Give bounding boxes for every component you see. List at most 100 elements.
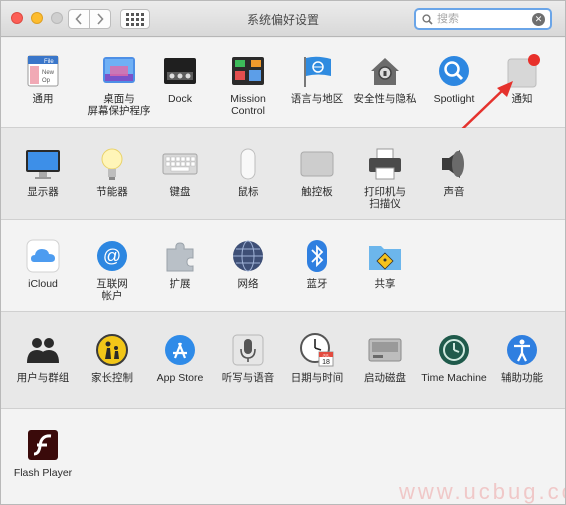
clock-calendar-icon: JUL 18 <box>299 332 335 368</box>
pane-label: 安全性与隐私 <box>353 93 417 105</box>
pane-label: 听写与语音 <box>221 372 275 384</box>
pane-label: 日期与时间 <box>290 372 344 384</box>
display-monitor-icon <box>25 146 61 182</box>
mouse-icon <box>230 146 266 182</box>
pane-label: 启动磁盘 <box>364 372 406 384</box>
section-internet-wireless: iCloud @ 互联网 帐户 扩展 网络 蓝牙 共享 <box>1 220 565 312</box>
pane-label: Dock <box>168 93 192 105</box>
icloud-icon <box>25 238 61 274</box>
lightbulb-icon <box>94 146 130 182</box>
pane-label: 键盘 <box>169 186 191 198</box>
svg-text:18: 18 <box>322 359 330 366</box>
bluetooth-icon <box>299 238 335 274</box>
pane-icloud[interactable]: iCloud <box>8 238 78 290</box>
trackpad-icon <box>299 146 335 182</box>
pane-network[interactable]: 网络 <box>213 238 283 290</box>
pane-label: 节能器 <box>96 186 128 198</box>
flag-icon <box>299 53 335 89</box>
pane-language-region[interactable]: 语言与地区 <box>282 53 352 105</box>
pane-mouse[interactable]: 鼠标 <box>213 146 283 198</box>
pane-label: 网络 <box>237 278 259 290</box>
pane-trackpad[interactable]: 触控板 <box>282 146 352 198</box>
time-machine-icon <box>436 332 472 368</box>
pane-label: App Store <box>156 372 204 384</box>
title-bar: 系统偏好设置 ✕ <box>1 1 565 37</box>
pane-label: 通用 <box>32 93 54 105</box>
pane-energy-saver[interactable]: 节能器 <box>77 146 147 198</box>
svg-text:New: New <box>42 70 55 76</box>
keyboard-icon <box>162 146 198 182</box>
house-lock-icon <box>367 53 403 89</box>
pane-app-store[interactable]: App Store <box>145 332 215 384</box>
microphone-icon <box>230 332 266 368</box>
pane-parental-controls[interactable]: 家长控制 <box>77 332 147 384</box>
pane-label: 桌面与 屏幕保护程序 <box>87 93 151 117</box>
section-personal: File New Op 通用 桌面与 屏幕保护程序 Dock Mission C… <box>1 38 565 137</box>
svg-text:@: @ <box>103 246 121 266</box>
pane-date-time[interactable]: JUL 18 日期与时间 <box>282 332 352 384</box>
pane-time-machine[interactable]: Time Machine <box>419 332 489 384</box>
pane-label: 打印机与 扫描仪 <box>364 186 406 210</box>
pane-label: 鼠标 <box>237 186 259 198</box>
accessibility-icon <box>504 332 540 368</box>
pane-dock[interactable]: Dock <box>145 53 215 105</box>
section-system: 用户与群组 家长控制 App Store 听写与语音 JUL 18 日期与时间 … <box>1 312 565 409</box>
pane-label: Flash Player <box>13 467 73 479</box>
pane-label: 声音 <box>443 186 465 198</box>
pane-flash-player[interactable]: Flash Player <box>8 427 78 479</box>
pane-label: 互联网 帐户 <box>96 278 128 302</box>
pane-internet-accounts[interactable]: @ 互联网 帐户 <box>77 238 147 302</box>
dock-icon <box>162 53 198 89</box>
pane-printers-scanners[interactable]: 打印机与 扫描仪 <box>350 146 420 210</box>
pane-label: 语言与地区 <box>290 93 344 105</box>
pane-mission-control[interactable]: Mission Control <box>213 53 283 117</box>
pane-desktop-screensaver[interactable]: 桌面与 屏幕保护程序 <box>84 53 154 117</box>
pane-startup-disk[interactable]: 启动磁盘 <box>350 332 420 384</box>
app-store-icon <box>162 332 198 368</box>
at-sign-icon: @ <box>94 238 130 274</box>
pane-label: 用户与群组 <box>16 372 70 384</box>
watermark-text: www.ucbug.cc <box>399 479 566 504</box>
pane-label: Mission Control <box>230 93 266 117</box>
flash-player-icon <box>25 427 61 463</box>
desktop-screensaver-icon <box>101 53 137 89</box>
parental-controls-icon <box>94 332 130 368</box>
puzzle-piece-icon <box>162 238 198 274</box>
users-group-icon <box>25 332 61 368</box>
pane-extensions[interactable]: 扩展 <box>145 238 215 290</box>
pane-label: 家长控制 <box>91 372 133 384</box>
pane-label: 触控板 <box>301 186 333 198</box>
general-icon: File New Op <box>25 53 61 89</box>
pane-keyboard[interactable]: 键盘 <box>145 146 215 198</box>
printer-icon <box>367 146 403 182</box>
hard-disk-icon <box>367 332 403 368</box>
pane-label: 扩展 <box>169 278 191 290</box>
pane-label: Time Machine <box>421 372 487 384</box>
speaker-icon <box>436 146 472 182</box>
sharing-folder-icon <box>367 238 403 274</box>
pane-general[interactable]: File New Op 通用 <box>8 53 78 105</box>
clear-search-icon[interactable]: ✕ <box>532 13 545 26</box>
mission-control-icon <box>230 53 266 89</box>
pane-users-groups[interactable]: 用户与群组 <box>8 332 78 384</box>
system-preferences-window: 系统偏好设置 ✕ File New Op 通用 <box>0 0 566 505</box>
pane-label: iCloud <box>28 278 58 290</box>
pane-dictation-speech[interactable]: 听写与语音 <box>213 332 283 384</box>
pane-bluetooth[interactable]: 蓝牙 <box>282 238 352 290</box>
pane-sound[interactable]: 声音 <box>419 146 489 198</box>
pane-sharing[interactable]: 共享 <box>350 238 420 290</box>
svg-text:File: File <box>44 59 54 65</box>
pane-accessibility[interactable]: 辅助功能 <box>487 332 557 384</box>
pane-label: 蓝牙 <box>306 278 328 290</box>
pane-label: 共享 <box>374 278 396 290</box>
pane-label: 辅助功能 <box>501 372 543 384</box>
search-field[interactable]: ✕ <box>414 8 552 30</box>
pane-displays[interactable]: 显示器 <box>8 146 78 198</box>
pane-security-privacy[interactable]: 安全性与隐私 <box>350 53 420 105</box>
svg-text:Op: Op <box>42 78 51 84</box>
svg-text:JUL: JUL <box>322 353 330 358</box>
section-hardware: 显示器 节能器 键盘 鼠标 触控板 打印机与 扫描仪 声音 <box>1 128 565 220</box>
globe-network-icon <box>230 238 266 274</box>
pane-label: 显示器 <box>27 186 59 198</box>
search-input[interactable] <box>437 13 529 25</box>
